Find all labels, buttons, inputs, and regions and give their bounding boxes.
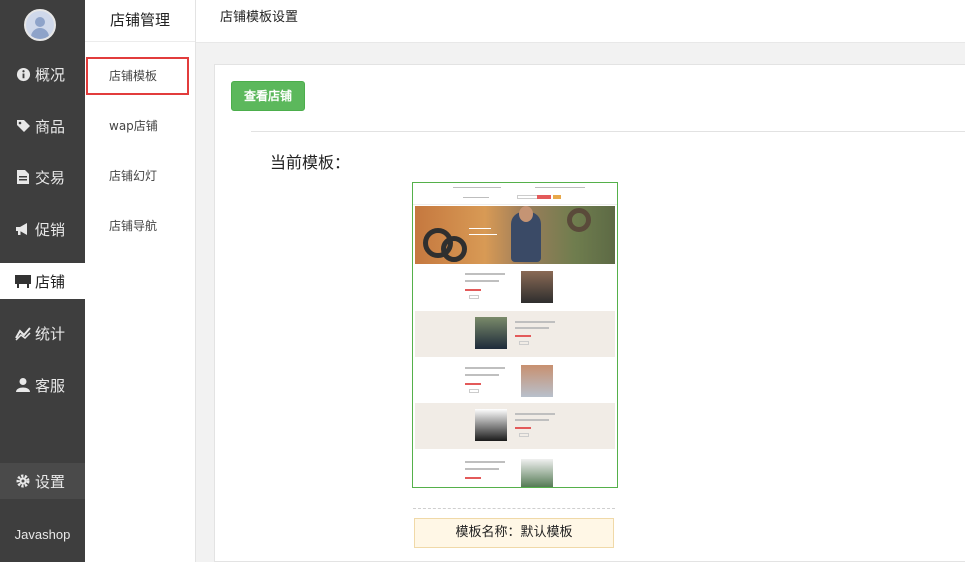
avatar[interactable] — [24, 9, 56, 41]
brand-name: Javashop — [14, 527, 71, 542]
current-template-label: 当前模板： — [270, 153, 351, 172]
template-panel: 查看店铺 当前模板： 模板名称：默认模板 — [214, 64, 965, 562]
sidebar-item-store[interactable]: 店铺 — [0, 263, 85, 299]
view-store-button[interactable]: 查看店铺 — [231, 81, 305, 111]
sidebar-item-overview[interactable]: 概况 — [0, 56, 85, 92]
sidebar-item-label: 概况 — [35, 65, 66, 84]
main-sidebar: 概况 商品 交易 促销 店铺 统计 客服 设置 Javashop — [0, 0, 85, 562]
megaphone-icon — [15, 221, 31, 237]
info-icon — [15, 66, 31, 82]
sidebar-item-statistics[interactable]: 统计 — [0, 315, 85, 351]
subnav-item-store-template[interactable]: 店铺模板 — [86, 57, 189, 95]
sidebar-item-label: 客服 — [35, 376, 66, 395]
sidebar-item-label: 店铺 — [35, 272, 66, 291]
template-name-label: 模板名称：默认模板 — [414, 518, 614, 548]
sidebar-item-settings[interactable]: 设置 — [0, 463, 85, 499]
subnav-item-store-navigation[interactable]: 店铺导航 — [85, 209, 195, 243]
subnav-title: 店铺管理 — [85, 0, 195, 42]
sidebar-item-label: 交易 — [35, 168, 66, 187]
store-management-menu: 店铺管理 店铺模板 wap店铺 店铺幻灯 店铺导航 — [85, 0, 196, 562]
divider-dashed — [413, 508, 615, 509]
divider — [251, 131, 965, 132]
subnav-item-wap-store[interactable]: wap店铺 — [85, 109, 195, 143]
tag-icon — [15, 118, 31, 134]
sidebar-item-label: 统计 — [35, 324, 66, 343]
sidebar-item-promotion[interactable]: 促销 — [0, 211, 85, 247]
store-icon — [15, 273, 31, 289]
chart-line-icon — [15, 325, 31, 341]
sidebar-item-trade[interactable]: 交易 — [0, 159, 85, 195]
template-preview-thumbnail[interactable] — [412, 182, 618, 488]
sidebar-item-label: 设置 — [35, 472, 66, 491]
sidebar-item-label: 商品 — [35, 117, 66, 136]
page-title: 店铺模板设置 — [220, 10, 299, 25]
sidebar-item-label: 促销 — [35, 220, 66, 239]
sidebar-item-customer-service[interactable]: 客服 — [0, 367, 85, 403]
document-icon — [15, 169, 31, 185]
gear-icon — [15, 473, 31, 489]
sidebar-item-goods[interactable]: 商品 — [0, 108, 85, 144]
user-icon — [15, 377, 31, 393]
subnav-item-store-slides[interactable]: 店铺幻灯 — [85, 159, 195, 193]
page-header: 店铺模板设置 — [196, 0, 965, 43]
